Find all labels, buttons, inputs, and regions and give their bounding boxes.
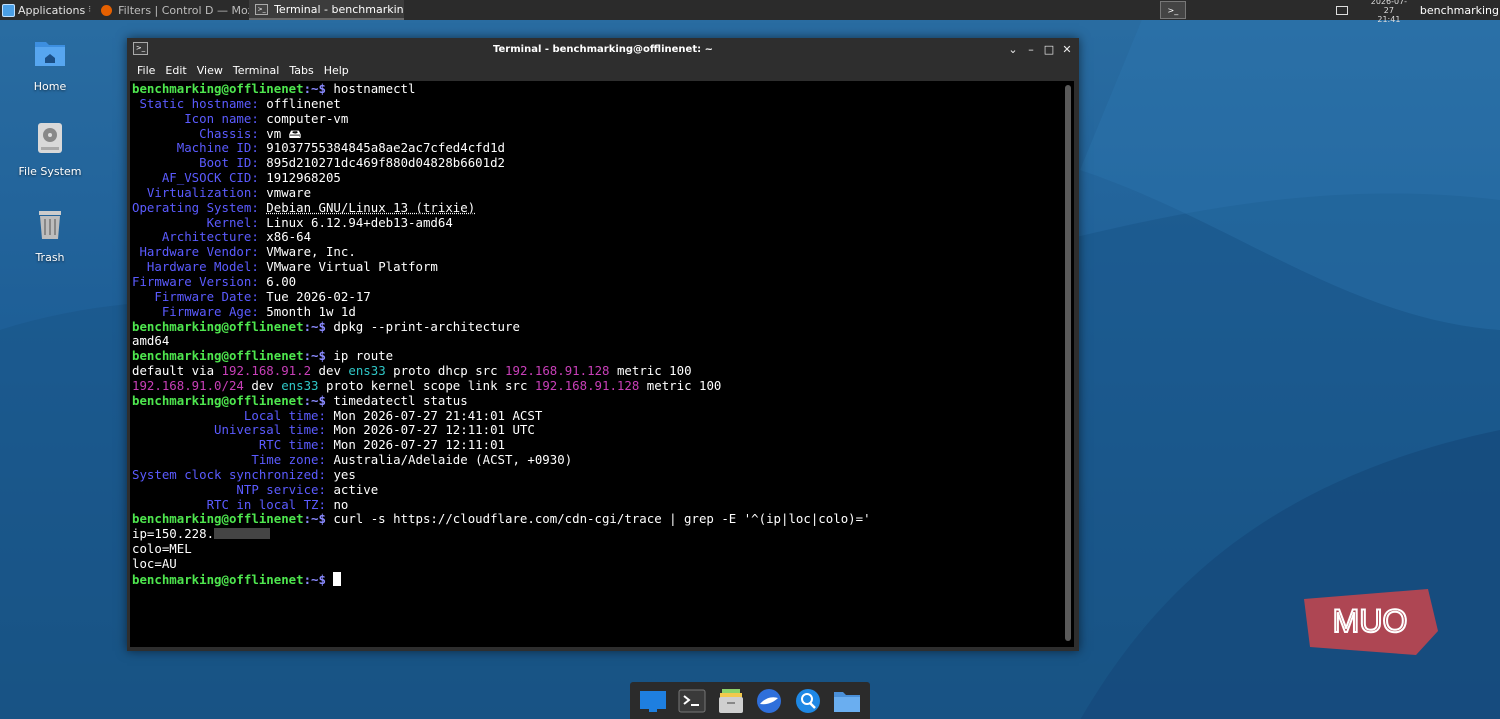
browser-icon — [757, 688, 782, 713]
menu-icon[interactable]: ⌄ — [1005, 41, 1021, 57]
menu-tabs[interactable]: Tabs — [284, 64, 318, 77]
taskbar-item-label: Filters | Control D — Mozi… — [118, 3, 249, 17]
desktop-icon-trash[interactable]: Trash — [10, 207, 90, 264]
display-icon[interactable] — [1335, 5, 1348, 15]
dock-show-desktop[interactable] — [638, 686, 668, 716]
menu-edit[interactable]: Edit — [160, 64, 191, 77]
dock-folder[interactable] — [832, 686, 862, 716]
muo-logo: MUO — [1304, 589, 1438, 655]
redacted-ip-block — [214, 528, 271, 540]
taskbar-item-terminal[interactable]: >_ Terminal - benchmarking… — [249, 0, 405, 20]
terminal-window[interactable]: >_ Terminal - benchmarking@offlinenet: ~… — [127, 38, 1079, 651]
dock — [630, 682, 870, 719]
workspace-switcher[interactable]: >_ — [1159, 1, 1186, 19]
clock-date: 2026-07-27 — [1370, 0, 1408, 15]
desktop-icon-label: Trash — [35, 251, 65, 264]
clock-time: 21:41 — [1377, 14, 1401, 24]
desktop-icon-label: File System — [18, 165, 82, 178]
show-desktop-icon — [640, 690, 667, 712]
hard-drive-icon — [38, 123, 62, 153]
window-titlebar[interactable]: >_ Terminal - benchmarking@offlinenet: ~… — [127, 38, 1079, 60]
menu-view[interactable]: View — [192, 64, 228, 77]
dock-file-manager[interactable] — [716, 686, 746, 716]
terminal-output[interactable]: benchmarking@offlinenet:~$ hostnamectl S… — [130, 81, 1074, 647]
taskbar-item-label: Terminal - benchmarking… — [274, 2, 404, 16]
menu-handle-icon: ⁝ — [88, 5, 92, 15]
applications-menu-button[interactable]: Applications ⁝ — [0, 0, 95, 20]
desktop-icon-file-system[interactable]: File System — [10, 121, 90, 178]
svg-text:MUO: MUO — [1333, 603, 1408, 639]
file-manager-icon — [718, 688, 743, 713]
app-finder-icon — [795, 688, 820, 713]
terminal-icon: >_ — [255, 3, 269, 15]
folder-icon — [833, 691, 860, 712]
applications-logo-icon — [2, 3, 15, 17]
menu-terminal[interactable]: Terminal — [228, 64, 285, 77]
terminal-text: benchmarking@offlinenet:~$ hostnamectl S… — [132, 81, 871, 587]
user-menu[interactable]: benchmarking — [1420, 4, 1500, 17]
menu-help[interactable]: Help — [319, 64, 354, 77]
dock-app-finder[interactable] — [793, 686, 823, 716]
terminal-icon: >_ — [133, 42, 148, 55]
taskbar-item-firefox[interactable]: Filters | Control D — Mozi… — [95, 0, 249, 20]
top-panel: Applications ⁝ Filters | Control D — Moz… — [0, 0, 1500, 24]
close-button[interactable]: ✕ — [1059, 41, 1075, 57]
menu-file[interactable]: File — [132, 64, 160, 77]
firefox-icon — [101, 4, 113, 16]
trash-icon — [39, 211, 61, 239]
applications-label: Applications — [18, 3, 86, 17]
desktop-icon-label: Home — [33, 80, 67, 93]
text-cursor — [333, 571, 342, 586]
dock-browser[interactable] — [754, 686, 784, 716]
minimize-button[interactable]: – — [1023, 41, 1039, 57]
maximize-button[interactable]: □ — [1041, 41, 1057, 57]
dock-terminal[interactable] — [677, 686, 707, 716]
clock[interactable]: 2026-07-27 21:41 — [1366, 0, 1412, 24]
terminal-scrollbar[interactable] — [1065, 85, 1071, 641]
home-folder-icon — [35, 42, 65, 66]
terminal-icon — [678, 689, 706, 712]
desktop-icon-home[interactable]: Home — [10, 36, 90, 93]
window-title: Terminal - benchmarking@offlinenet: ~ — [493, 43, 713, 55]
menubar: File Edit View Terminal Tabs Help — [127, 60, 1079, 80]
